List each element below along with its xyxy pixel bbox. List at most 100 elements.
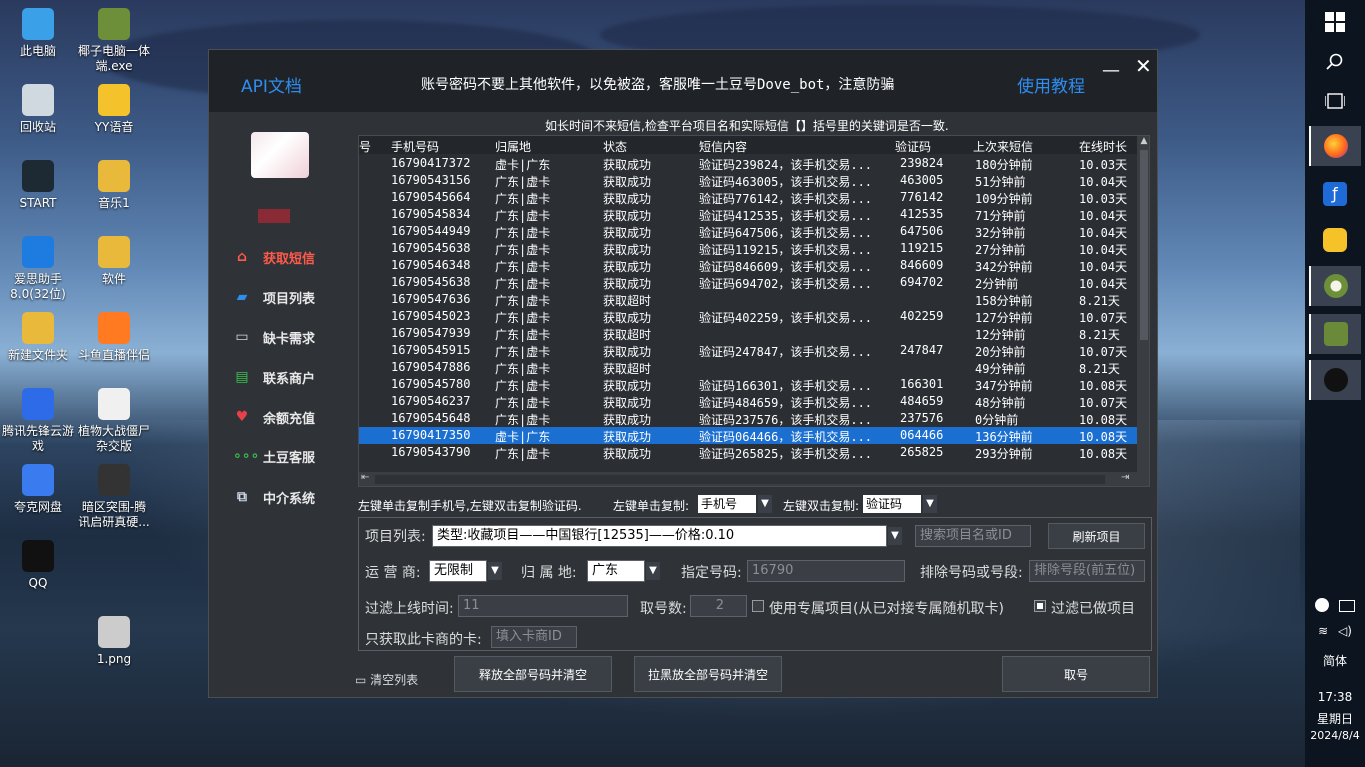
cell-phone[interactable]: 16790545638: [391, 241, 470, 255]
cell-phone[interactable]: 16790545638: [391, 275, 470, 289]
cell-phone[interactable]: 16790543156: [391, 173, 470, 187]
cell-phone[interactable]: 16790417372: [391, 156, 470, 170]
cell-status[interactable]: 获取成功: [603, 190, 651, 207]
cell-phone[interactable]: 16790545023: [391, 309, 470, 323]
column-header[interactable]: 号: [359, 138, 371, 155]
table-row[interactable]: 16790545915 广东|虚卡 获取成功 验证码247847，该手机交易... 24…: [359, 342, 1137, 359]
cell-status[interactable]: 获取成功: [603, 377, 651, 394]
table-row[interactable]: 16790545664 广东|虚卡 获取成功 验证码776142，该手机交易... 77…: [359, 189, 1137, 206]
refresh-project-button[interactable]: 刷新项目: [1048, 523, 1145, 549]
cell-code[interactable]: 463005: [900, 173, 943, 187]
cell-sms[interactable]: 验证码064466，该手机交易...: [699, 428, 872, 445]
cell-code[interactable]: 647506: [900, 224, 943, 238]
table-row[interactable]: 16790544949 广东|虚卡 获取成功 验证码647506，该手机交易... 64…: [359, 223, 1137, 240]
cell-loc[interactable]: 虚卡|广东: [495, 156, 550, 173]
chevron-down-icon[interactable]: ▼: [488, 562, 502, 580]
cell-last[interactable]: 51分钟前: [975, 173, 1025, 190]
cell-online[interactable]: 10.08天: [1079, 445, 1127, 462]
cell-last[interactable]: 32分钟前: [975, 224, 1025, 241]
cell-phone[interactable]: 16790545834: [391, 207, 470, 221]
scroll-right-icon[interactable]: ⇥: [1121, 472, 1129, 483]
exclude-input[interactable]: 排除号段(前五位): [1029, 560, 1145, 582]
cell-phone[interactable]: 16790545915: [391, 343, 470, 357]
left-dbl-select[interactable]: 验证码: [863, 495, 921, 513]
cell-sms[interactable]: 验证码776142，该手机交易...: [699, 190, 872, 207]
cell-status[interactable]: 获取成功: [603, 207, 651, 224]
desktop-icon[interactable]: 新建文件夹: [0, 312, 76, 363]
table-row[interactable]: 16790543156 广东|虚卡 获取成功 验证码463005，该手机交易... 46…: [359, 172, 1137, 189]
horizontal-scroll-thumb[interactable]: [375, 475, 1105, 484]
cell-status[interactable]: 获取成功: [603, 275, 651, 292]
desktop-icon[interactable]: 此电脑: [0, 8, 76, 59]
windows-start-icon[interactable]: [1309, 2, 1361, 42]
vertical-scrollbar[interactable]: ▲: [1137, 136, 1149, 472]
carrier-select[interactable]: 无限制: [429, 560, 487, 582]
cell-online[interactable]: 10.07天: [1079, 394, 1127, 411]
cell-phone[interactable]: 16790543790: [391, 445, 470, 459]
table-row[interactable]: 16790546237 广东|虚卡 获取成功 验证码484659，该手机交易... 48…: [359, 393, 1137, 410]
cell-sms[interactable]: 验证码463005，该手机交易...: [699, 173, 872, 190]
blacklist-all-button[interactable]: 拉黑放全部号码并清空: [634, 656, 782, 692]
task-view-icon[interactable]: [1309, 81, 1361, 121]
cell-code[interactable]: 846609: [900, 258, 943, 272]
filter-done-checkbox[interactable]: [1034, 600, 1046, 612]
project-select[interactable]: 类型:收藏项目——中国银行[12535]——价格:0.10: [432, 525, 887, 547]
cell-phone[interactable]: 16790547886: [391, 360, 470, 374]
volume-icon[interactable]: ◁): [1338, 624, 1352, 638]
cell-code[interactable]: 412535: [900, 207, 943, 221]
cell-loc[interactable]: 广东|虚卡: [495, 292, 550, 309]
table-row[interactable]: 16790545638 广东|虚卡 获取成功 验证码119215，该手机交易... 11…: [359, 240, 1137, 257]
scroll-left-icon[interactable]: ⇤: [361, 472, 369, 483]
desktop-icon[interactable]: 音乐1: [76, 160, 152, 211]
yy-icon[interactable]: [1309, 220, 1361, 260]
table-row[interactable]: 16790417372 虚卡|广东 获取成功 验证码239824，该手机交易... 23…: [359, 155, 1137, 172]
cell-online[interactable]: 10.03天: [1079, 190, 1127, 207]
table-row[interactable]: 16790417350 虚卡|广东 获取成功 验证码064466，该手机交易... 06…: [359, 427, 1137, 444]
cell-loc[interactable]: 广东|虚卡: [495, 445, 550, 462]
cell-status[interactable]: 获取成功: [603, 258, 651, 275]
column-header[interactable]: 验证码: [895, 138, 931, 155]
cell-phone[interactable]: 16790417350: [391, 428, 470, 442]
cell-code[interactable]: 484659: [900, 394, 943, 408]
cell-status[interactable]: 获取成功: [603, 224, 651, 241]
cell-loc[interactable]: 广东|虚卡: [495, 377, 550, 394]
cell-status[interactable]: 获取成功: [603, 428, 651, 445]
cell-phone[interactable]: 16790545780: [391, 377, 470, 391]
chevron-down-icon[interactable]: ▼: [646, 562, 660, 580]
cell-sms[interactable]: 验证码647506，该手机交易...: [699, 224, 872, 241]
scroll-up-icon[interactable]: ▲: [1137, 136, 1149, 146]
clock-weekday[interactable]: 星期日: [1305, 710, 1365, 727]
cell-loc[interactable]: 虚卡|广东: [495, 428, 550, 445]
cell-sms[interactable]: 验证码119215，该手机交易...: [699, 241, 872, 258]
release-all-button[interactable]: 释放全部号码并清空: [454, 656, 612, 692]
cell-sms[interactable]: 验证码247847，该手机交易...: [699, 343, 872, 360]
desktop-icon[interactable]: 植物大战僵尸杂交版: [76, 388, 152, 454]
cell-code[interactable]: 239824: [900, 156, 943, 170]
cell-loc[interactable]: 广东|虚卡: [495, 173, 550, 190]
cell-sms[interactable]: 验证码484659，该手机交易...: [699, 394, 872, 411]
column-header[interactable]: 状态: [603, 138, 627, 155]
cell-loc[interactable]: 广东|虚卡: [495, 207, 550, 224]
minimize-button[interactable]: —: [1102, 60, 1120, 81]
cell-online[interactable]: 10.03天: [1079, 156, 1127, 173]
cell-loc[interactable]: 广东|虚卡: [495, 224, 550, 241]
cell-last[interactable]: 27分钟前: [975, 241, 1025, 258]
desktop-icon[interactable]: 1.png: [76, 616, 152, 667]
qq-icon[interactable]: [1309, 360, 1361, 400]
desktop-icon[interactable]: QQ: [0, 540, 76, 591]
cell-last[interactable]: 48分钟前: [975, 394, 1025, 411]
cell-phone[interactable]: 16790545648: [391, 411, 470, 425]
cell-loc[interactable]: 广东|虚卡: [495, 309, 550, 326]
display-tray-icon[interactable]: [1338, 600, 1355, 612]
tray-icons[interactable]: [1305, 598, 1365, 615]
cell-sms[interactable]: 验证码694702，该手机交易...: [699, 275, 872, 292]
cell-online[interactable]: 10.08天: [1079, 411, 1127, 428]
nav-item[interactable]: ▤ 联系商户: [233, 367, 315, 387]
desktop-icon[interactable]: 斗鱼直播伴侣: [76, 312, 152, 363]
cell-loc[interactable]: 广东|虚卡: [495, 275, 550, 292]
cell-sms[interactable]: 验证码239824，该手机交易...: [699, 156, 872, 173]
location-select[interactable]: 广东: [587, 560, 645, 582]
cell-online[interactable]: 10.04天: [1079, 258, 1127, 275]
ime-indicator[interactable]: 简体: [1305, 652, 1365, 669]
coconut-icon[interactable]: [1309, 266, 1361, 306]
